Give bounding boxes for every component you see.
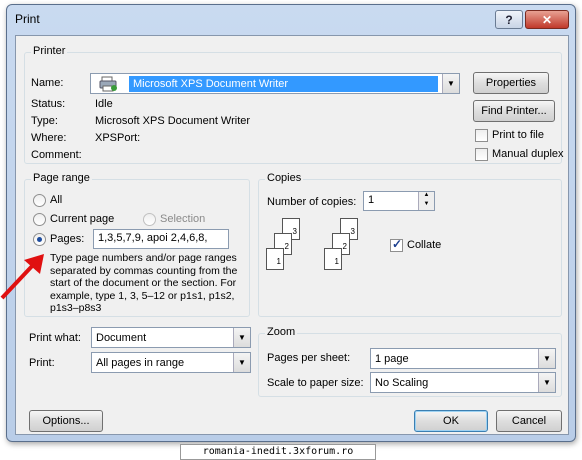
print-what-label: Print what: [29,332,81,344]
name-label: Name: [31,77,64,89]
close-icon: ✕ [541,12,553,27]
collate-icon-uncollated: 3 2 1 [266,218,306,272]
manual-duplex-checkbox[interactable] [475,148,488,161]
comment-label: Comment: [31,149,82,161]
page-range-help-text: Type page numbers and/or page ranges sep… [50,252,238,314]
copies-value: 1 [368,194,375,206]
current-page-radio[interactable] [33,213,46,226]
spin-up-icon[interactable]: ▲ [418,192,434,201]
where-value: XPSPort: [95,132,141,144]
dialog-body: Printer Name: Microsoft XPS Document Wri… [15,35,569,435]
options-button[interactable]: Options... [29,410,103,432]
question-icon: ? [505,12,513,27]
print-to-file-label[interactable]: Print to file [492,129,544,141]
printer-group-label: Printer [31,45,68,57]
chevron-down-icon[interactable]: ▼ [538,349,555,368]
print-to-file-checkbox[interactable] [475,129,488,142]
pages-per-sheet-label: Pages per sheet: [267,352,351,364]
current-page-label[interactable]: Current page [50,213,114,225]
pages-per-sheet-select[interactable]: 1 page ▼ [370,348,556,369]
collate-icon-collated: 3 2 1 [324,218,364,272]
print-dialog: Print ? ✕ Printer Name: Microsoft XPS Do… [6,4,576,442]
print-what-select[interactable]: Document ▼ [91,327,251,348]
selection-label: Selection [160,213,206,225]
pages-label[interactable]: Pages: [50,233,84,245]
printer-name-select[interactable]: Microsoft XPS Document Writer ▼ [90,73,460,94]
type-value: Microsoft XPS Document Writer [95,115,251,127]
collate-checkbox[interactable] [390,237,403,252]
annotation-arrow-icon [0,254,44,300]
copies-group-label: Copies [265,172,304,184]
copies-spin-input[interactable]: 1 ▲ ▼ [363,191,435,211]
properties-button[interactable]: Properties [473,72,549,94]
number-of-copies-label: Number of copies: [267,196,357,208]
chevron-down-icon[interactable]: ▼ [233,353,250,372]
page-range-group-label: Page range [31,172,92,184]
all-pages-radio[interactable] [33,194,46,207]
print-select[interactable]: All pages in range ▼ [91,352,251,373]
watermark-text: romania-inedit.3xforum.ro [180,444,376,460]
ok-button[interactable]: OK [414,410,488,432]
all-pages-label[interactable]: All [50,194,62,206]
printer-name-value: Microsoft XPS Document Writer [129,75,438,92]
title-bar[interactable]: Print ? ✕ [7,5,575,33]
manual-duplex-label[interactable]: Manual duplex [492,148,564,160]
selection-radio[interactable] [143,213,156,226]
print-value: All pages in range [96,356,185,369]
chevron-down-icon[interactable]: ▼ [442,74,459,93]
chevron-down-icon[interactable]: ▼ [538,373,555,392]
printer-icon [99,76,119,92]
spin-down-icon[interactable]: ▼ [418,201,434,210]
scale-to-paper-label: Scale to paper size: [267,377,364,389]
collate-label[interactable]: Collate [407,239,441,251]
status-value: Idle [95,98,113,110]
dialog-title: Print [15,12,40,26]
scale-to-paper-value: No Scaling [375,376,429,389]
pages-input[interactable]: 1,3,5,7,9, apoi 2,4,6,8, [93,229,229,249]
scale-to-paper-select[interactable]: No Scaling ▼ [370,372,556,393]
close-button[interactable]: ✕ [525,10,569,29]
status-label: Status: [31,98,66,110]
find-printer-button[interactable]: Find Printer... [473,100,555,122]
help-button[interactable]: ? [495,10,523,29]
pages-per-sheet-value: 1 page [375,352,409,365]
type-label: Type: [31,115,58,127]
where-label: Where: [31,132,67,144]
print-label: Print: [29,357,55,369]
print-what-value: Document [96,331,147,344]
pages-radio[interactable] [33,233,46,246]
zoom-group-label: Zoom [265,326,298,338]
cancel-button[interactable]: Cancel [496,410,562,432]
chevron-down-icon[interactable]: ▼ [233,328,250,347]
